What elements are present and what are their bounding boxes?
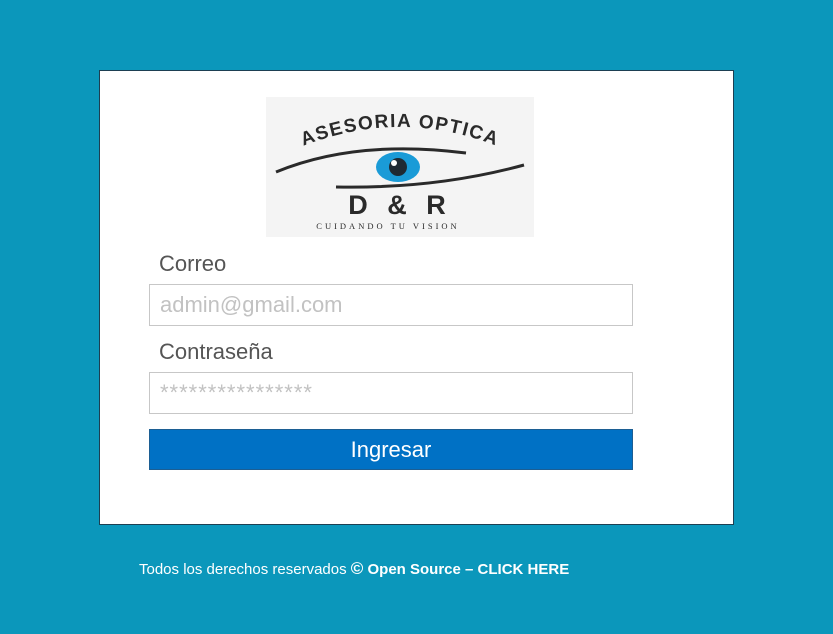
password-input[interactable]: [149, 372, 633, 414]
email-label: Correo: [159, 251, 227, 276]
email-input[interactable]: [149, 284, 633, 326]
password-label: Contraseña: [159, 339, 273, 364]
logo-brand-text: D & R: [348, 190, 452, 220]
copyright-symbol: ©: [350, 559, 364, 578]
footer: Todos los derechos reservados © Open Sou…: [139, 559, 569, 579]
login-button[interactable]: Ingresar: [149, 429, 633, 470]
logo-tagline-text: CUIDANDO TU VISION: [316, 221, 459, 231]
footer-text: Todos los derechos reservados: [139, 561, 347, 578]
open-source-link[interactable]: Open Source – CLICK HERE: [368, 561, 570, 578]
login-card: ASESORIA OPTICA D & R CUIDANDO TU VISION…: [99, 70, 734, 525]
company-logo: ASESORIA OPTICA D & R CUIDANDO TU VISION: [266, 97, 534, 237]
